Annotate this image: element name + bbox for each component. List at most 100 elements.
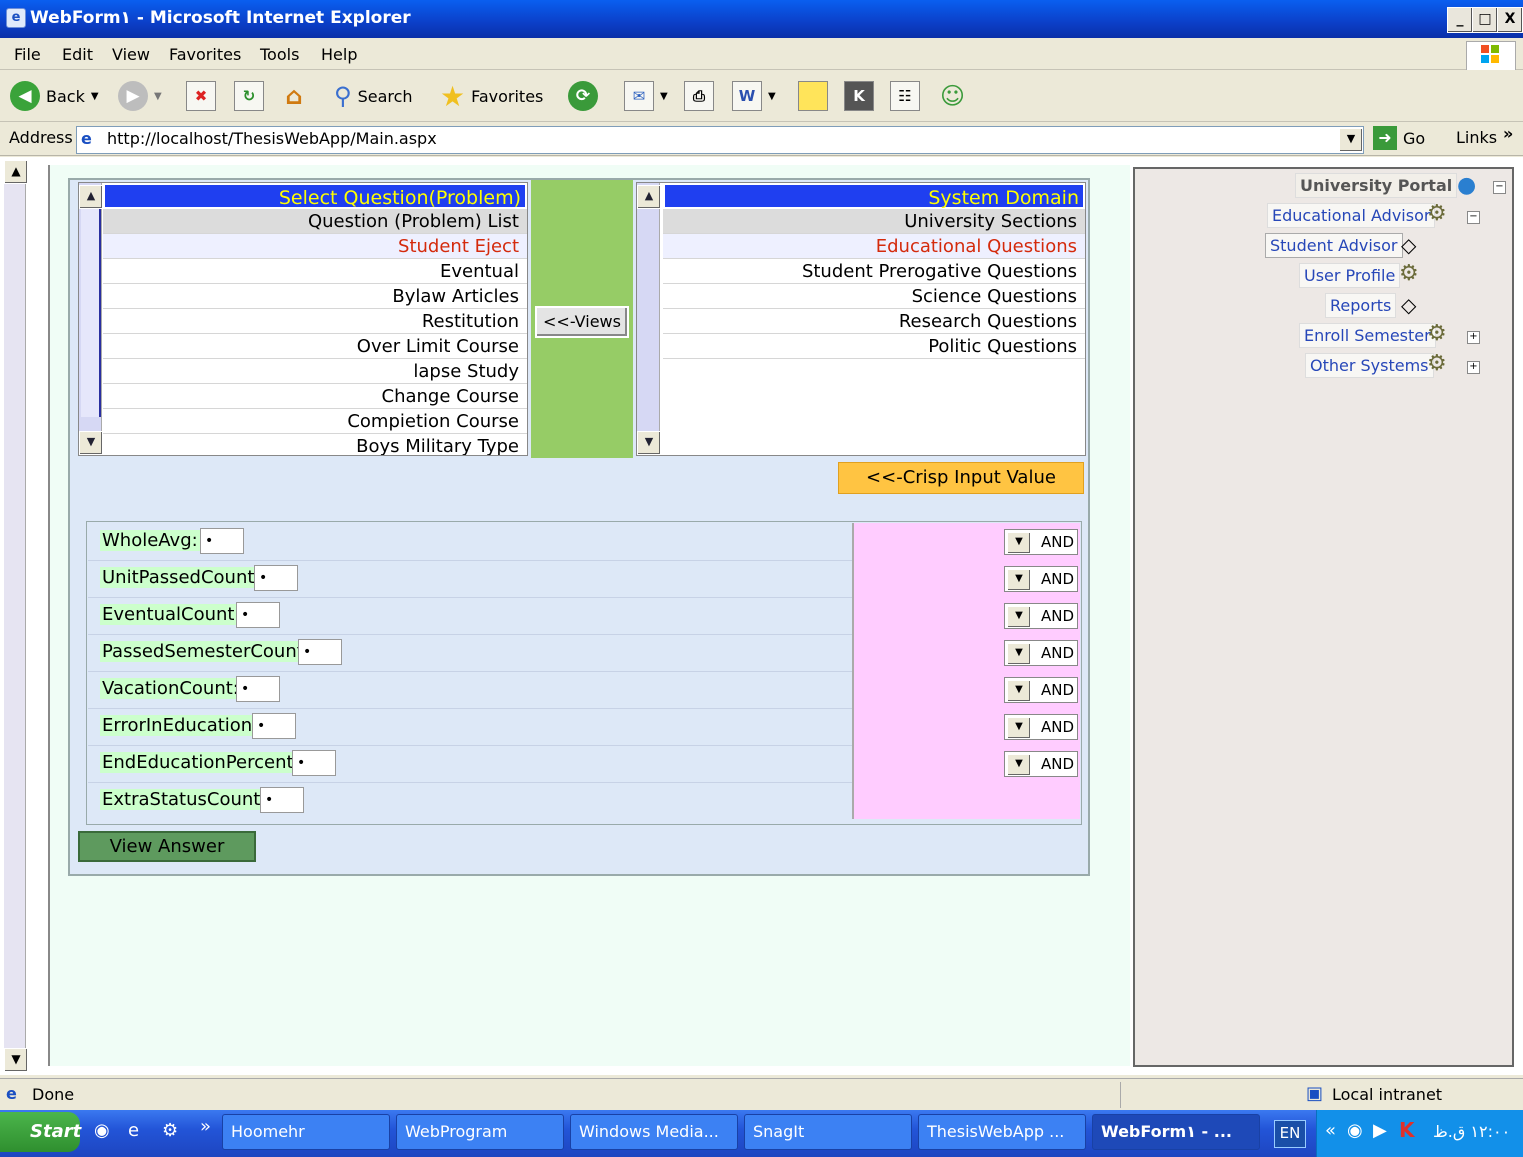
endeducationpercent-input[interactable]: • [292, 750, 336, 776]
chevron-down-icon[interactable]: ▼ [1007, 754, 1031, 776]
scroll-up-icon[interactable]: ▲ [79, 185, 103, 209]
views-button[interactable]: <<-Views [535, 306, 629, 338]
start-button[interactable]: Start [0, 1112, 81, 1152]
operator-select[interactable]: ▼ AND [1004, 640, 1078, 666]
language-indicator[interactable]: EN [1274, 1120, 1306, 1148]
question-list-scrollbar[interactable]: ▲ ▼ [79, 183, 103, 455]
scroll-thumb[interactable] [81, 209, 101, 417]
tree-item-student-advisor[interactable]: Student Advisor [1265, 233, 1403, 258]
edit-word-button[interactable]: W ▼ [732, 80, 776, 112]
menu-edit[interactable]: Edit [62, 45, 93, 64]
close-button[interactable]: X [1497, 7, 1523, 33]
eventualcount-input[interactable]: • [236, 602, 280, 628]
chevron-down-icon[interactable]: ▼ [1007, 569, 1031, 591]
list-item[interactable]: Politic Questions [663, 334, 1085, 359]
home-button[interactable]: ⌂ [280, 80, 308, 112]
task-hoomehr[interactable]: Hoomehr [222, 1114, 390, 1150]
refresh-button[interactable]: ↻ [234, 80, 264, 112]
minimize-button[interactable]: _ [1447, 7, 1473, 33]
list-item[interactable]: Boys Military Type [103, 434, 527, 455]
operator-select[interactable]: ▼ AND [1004, 677, 1078, 703]
stop-button[interactable]: ✖ [186, 80, 216, 112]
forward-button[interactable]: ▶ ▼ [118, 80, 162, 112]
app-launch-icon[interactable]: ⚙ [162, 1120, 178, 1141]
list-item[interactable]: Question (Problem) List [103, 209, 527, 234]
chevron-down-icon[interactable]: ▼ [1007, 680, 1031, 702]
operator-select[interactable]: ▼ AND [1004, 714, 1078, 740]
menu-file[interactable]: File [14, 45, 41, 64]
wholeavg-input[interactable]: • [200, 528, 244, 554]
task-webprogram[interactable]: WebProgram [396, 1114, 564, 1150]
page-scrollbar[interactable]: ▲ ▼ [4, 160, 28, 1072]
mail-button[interactable]: ✉ ▼ [624, 80, 668, 112]
task-windows-media[interactable]: Windows Media... [570, 1114, 738, 1150]
view-answer-button[interactable]: View Answer [78, 831, 256, 862]
menu-help[interactable]: Help [321, 45, 357, 64]
operator-select[interactable]: ▼ AND [1004, 566, 1078, 592]
chevron-right-icon[interactable]: » [200, 1116, 211, 1137]
chevron-down-icon[interactable]: ▼ [1007, 643, 1031, 665]
tree-item-educational-advisor[interactable]: Educational Advisor [1267, 203, 1436, 228]
menu-view[interactable]: View [112, 45, 150, 64]
history-button[interactable]: ⟳ [568, 80, 598, 112]
links-button[interactable]: Links [1456, 128, 1497, 147]
favorites-button[interactable]: ★ Favorites [440, 80, 543, 113]
note-button[interactable] [798, 80, 828, 112]
operator-select[interactable]: ▼ AND [1004, 529, 1078, 555]
tray-k-icon[interactable]: K [1399, 1118, 1415, 1142]
tree-item-user-profile[interactable]: User Profile [1299, 263, 1401, 288]
errorineducation-input[interactable]: • [252, 713, 296, 739]
research-button[interactable]: ☷ [890, 80, 920, 112]
quicklaunch-icon[interactable]: ◉ [94, 1120, 110, 1141]
scroll-down-icon[interactable]: ▼ [637, 431, 661, 455]
search-button[interactable]: ⚲ Search [334, 80, 413, 112]
expand-icon[interactable]: + [1467, 361, 1480, 374]
scroll-down-icon[interactable]: ▼ [4, 1048, 28, 1072]
collapse-icon[interactable]: − [1493, 181, 1506, 194]
list-item[interactable]: Over Limit Course [103, 334, 527, 359]
menu-tools[interactable]: Tools [260, 45, 299, 64]
extrastatuscount-input[interactable]: • [260, 787, 304, 813]
list-item[interactable]: Student Eject [103, 234, 527, 259]
list-item[interactable]: Compietion Course [103, 409, 527, 434]
menu-favorites[interactable]: Favorites [169, 45, 241, 64]
maximize-button[interactable]: □ [1472, 7, 1498, 33]
operator-select[interactable]: ▼ AND [1004, 603, 1078, 629]
tray-app-icon[interactable]: ◉ [1347, 1120, 1363, 1141]
chevron-down-icon[interactable]: ▼ [1007, 532, 1031, 554]
domain-list-scrollbar[interactable]: ▲ ▼ [637, 183, 661, 455]
list-item[interactable]: Eventual [103, 259, 527, 284]
collapse-icon[interactable]: − [1467, 211, 1480, 224]
k-button[interactable]: K [844, 80, 874, 112]
tray-media-icon[interactable]: ▶ [1373, 1120, 1387, 1141]
list-item[interactable]: Science Questions [663, 284, 1085, 309]
expand-icon[interactable]: + [1467, 331, 1480, 344]
list-item[interactable]: Change Course [103, 384, 527, 409]
passedsemestercount-input[interactable]: • [298, 639, 342, 665]
task-webform[interactable]: WebForm١ - ... [1092, 1114, 1260, 1150]
list-item[interactable]: Educational Questions [663, 234, 1085, 259]
scroll-down-icon[interactable]: ▼ [79, 431, 103, 455]
operator-select[interactable]: ▼ AND [1004, 751, 1078, 777]
list-item[interactable]: Research Questions [663, 309, 1085, 334]
messenger-button[interactable]: ☺ [940, 80, 965, 112]
list-item[interactable]: University Sections [663, 209, 1085, 234]
list-item[interactable]: Restitution [103, 309, 527, 334]
task-thesiswebapp[interactable]: ThesisWebApp ... [918, 1114, 1086, 1150]
scroll-up-icon[interactable]: ▲ [637, 185, 661, 209]
back-button[interactable]: ◀ Back ▼ [10, 80, 99, 112]
chevron-down-icon[interactable]: ▼ [1007, 717, 1031, 739]
tree-item-reports[interactable]: Reports [1325, 293, 1397, 318]
print-button[interactable]: ⎙ [684, 80, 714, 112]
chevron-left-icon[interactable]: « [1325, 1120, 1336, 1141]
tree-root-label[interactable]: University Portal [1295, 173, 1458, 198]
tree-item-other-systems[interactable]: Other Systems [1305, 353, 1434, 378]
list-item[interactable]: Bylaw Articles [103, 284, 527, 309]
tree-item-enroll-semester[interactable]: Enroll Semester [1299, 323, 1436, 348]
chevron-down-icon[interactable]: ▼ [1007, 606, 1031, 628]
ie-launch-icon[interactable]: e [128, 1120, 139, 1141]
scroll-up-icon[interactable]: ▲ [4, 160, 28, 184]
go-button[interactable]: ➜ Go [1373, 126, 1425, 150]
vacationcount-input[interactable]: • [236, 676, 280, 702]
unitpassedcount-input[interactable]: • [254, 565, 298, 591]
